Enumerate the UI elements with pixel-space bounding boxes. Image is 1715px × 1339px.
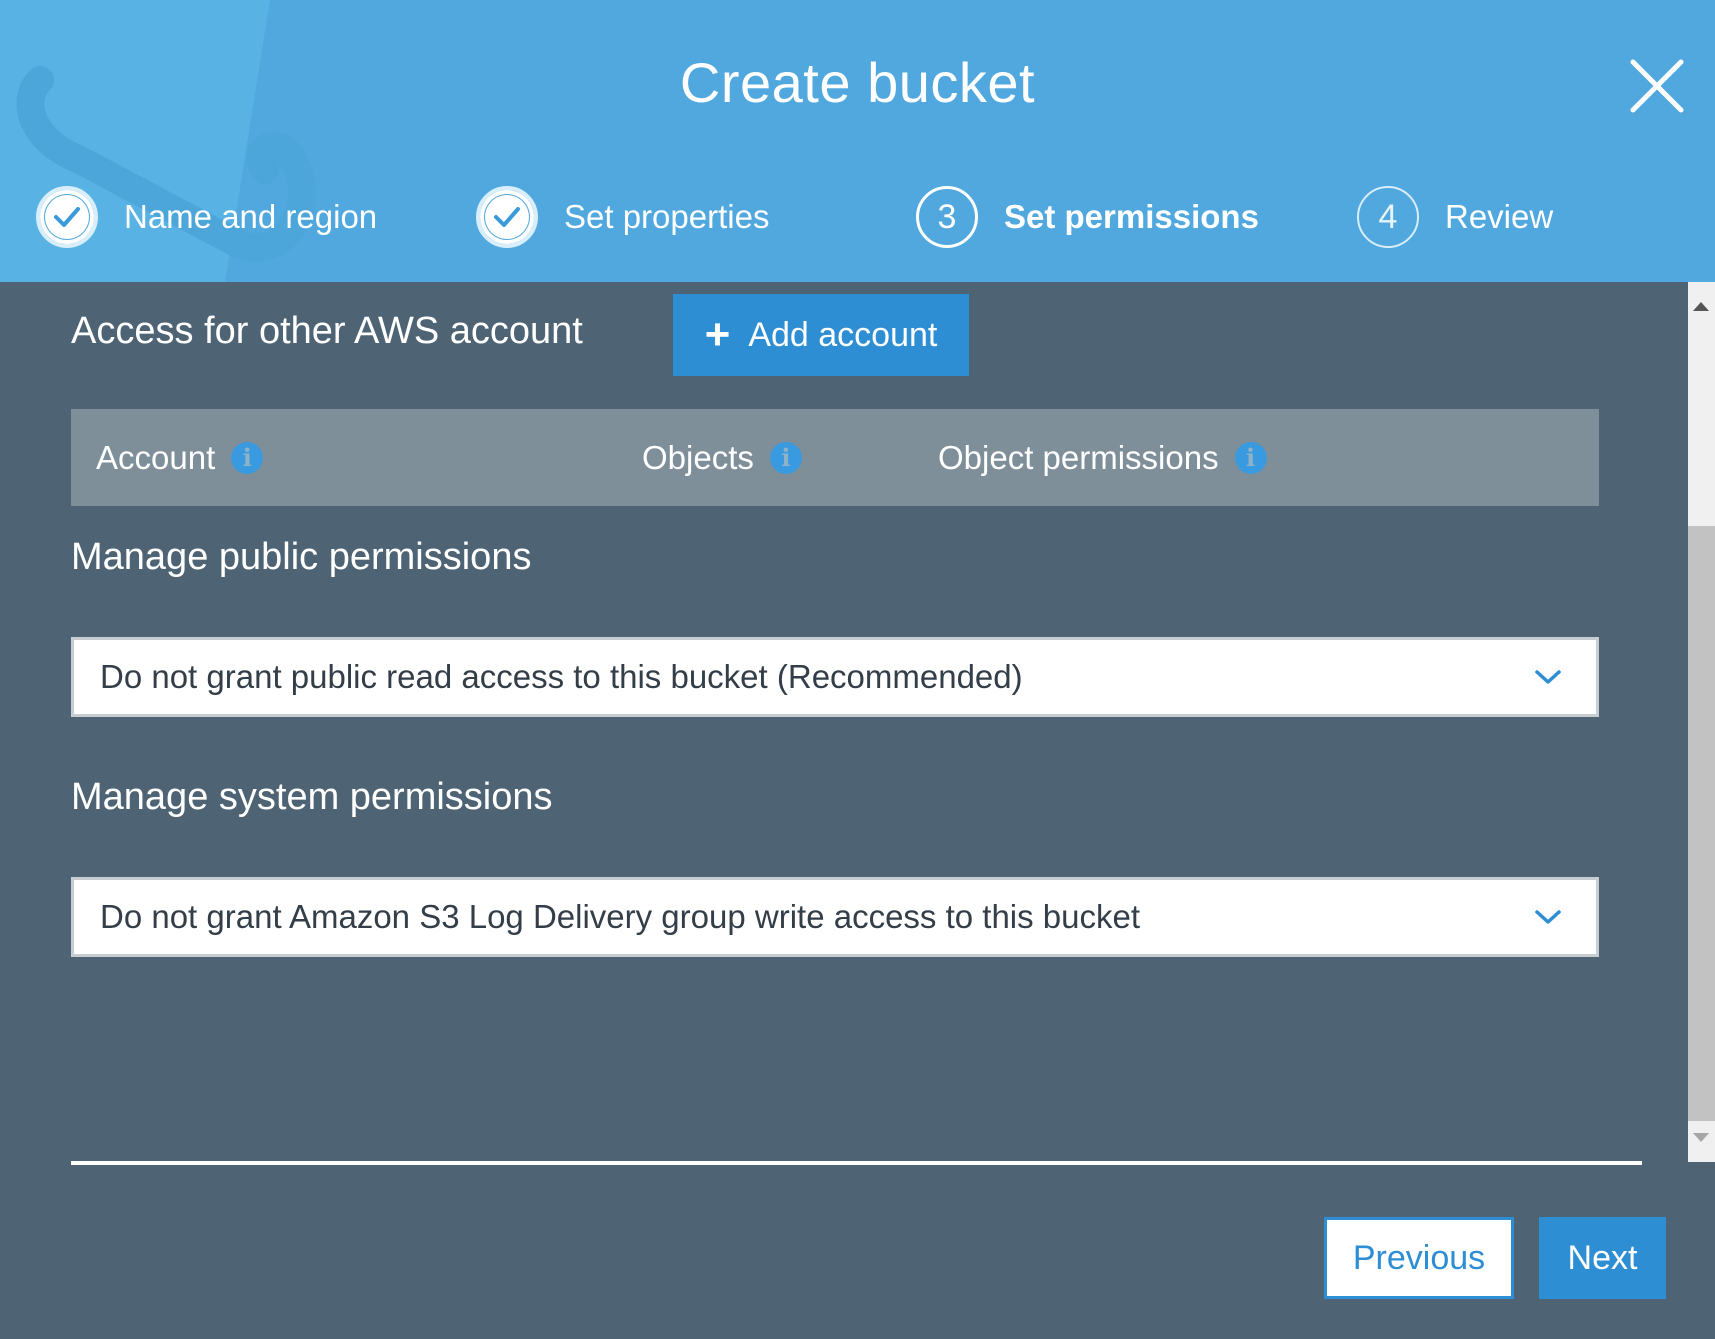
system-permissions-title: Manage system permissions — [71, 776, 553, 818]
previous-button[interactable]: Previous — [1324, 1217, 1514, 1299]
close-icon[interactable] — [1629, 58, 1685, 114]
checkmark-icon — [54, 207, 80, 227]
create-bucket-dialog: Create bucket Name and region Set proper… — [0, 0, 1715, 1339]
dialog-body: Access for other AWS account + Add accou… — [0, 282, 1690, 1162]
add-account-button[interactable]: + Add account — [673, 294, 969, 376]
step-label: Name and region — [124, 198, 378, 235]
chevron-down-icon — [1535, 670, 1561, 684]
step-set-permissions[interactable]: 3 Set permissions — [916, 182, 1259, 252]
step-complete-badge — [476, 186, 538, 248]
scroll-down-arrow-icon[interactable] — [1693, 1133, 1709, 1142]
column-objects: Objects — [642, 409, 802, 506]
next-button[interactable]: Next — [1539, 1217, 1666, 1299]
accounts-table-header: Account Objects Object permissions — [71, 409, 1599, 506]
chevron-down-icon — [1535, 910, 1561, 924]
scrollbar[interactable] — [1688, 282, 1715, 1162]
public-permissions-select[interactable]: Do not grant public read access to this … — [71, 637, 1599, 717]
checkmark-icon — [494, 207, 520, 227]
step-complete-badge — [36, 186, 98, 248]
column-label: Objects — [642, 438, 754, 476]
scroll-up-arrow-icon[interactable] — [1693, 302, 1709, 311]
step-review[interactable]: 4 Review — [1357, 182, 1553, 252]
step-label: Review — [1445, 198, 1554, 235]
column-object-permissions: Object permissions — [938, 409, 1267, 506]
scroll-thumb[interactable] — [1688, 526, 1715, 1121]
step-name-and-region[interactable]: Name and region — [36, 182, 377, 252]
column-label: Account — [96, 438, 216, 476]
public-permissions-value: Do not grant public read access to this … — [100, 658, 1023, 695]
system-permissions-select[interactable]: Do not grant Amazon S3 Log Delivery grou… — [71, 877, 1599, 957]
other-accounts-title: Access for other AWS account — [71, 310, 583, 352]
info-icon[interactable] — [1234, 441, 1267, 474]
system-permissions-value: Do not grant Amazon S3 Log Delivery grou… — [100, 898, 1141, 935]
column-account: Account — [96, 409, 264, 506]
wizard-steps: Name and region Set properties 3 Set per… — [0, 182, 1715, 252]
public-permissions-title: Manage public permissions — [71, 536, 532, 578]
step-set-properties[interactable]: Set properties — [476, 182, 769, 252]
step-number-badge: 3 — [916, 186, 978, 248]
footer-divider — [71, 1161, 1642, 1165]
plus-icon: + — [704, 310, 731, 359]
add-account-label: Add account — [748, 315, 938, 354]
step-label: Set properties — [564, 198, 770, 235]
dialog-header: Create bucket Name and region Set proper… — [0, 0, 1715, 282]
column-label: Object permissions — [938, 438, 1219, 476]
dialog-title: Create bucket — [679, 51, 1036, 114]
info-icon[interactable] — [231, 441, 264, 474]
info-icon[interactable] — [769, 441, 802, 474]
step-label: Set permissions — [1004, 198, 1259, 235]
step-number-badge: 4 — [1357, 186, 1419, 248]
